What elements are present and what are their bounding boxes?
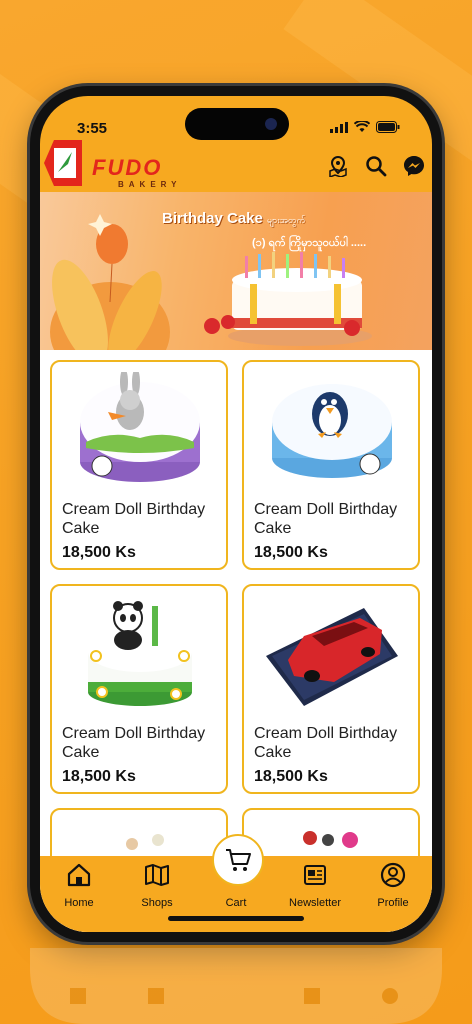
home-icon bbox=[67, 863, 91, 887]
search-button[interactable] bbox=[364, 154, 388, 178]
messenger-icon bbox=[404, 156, 424, 176]
map-icon bbox=[145, 864, 169, 886]
nav-newsletter-label: Newsletter bbox=[289, 897, 341, 909]
phone-frame: 3:55 FUDO BAKERY Birthday Cake များအတွက်… bbox=[30, 86, 442, 942]
header-actions bbox=[326, 154, 426, 178]
bunny-cake-image bbox=[80, 372, 200, 482]
cart-icon bbox=[226, 849, 251, 871]
nav-cart[interactable]: Cart bbox=[201, 893, 271, 909]
brand-name: FUDO bbox=[92, 155, 163, 180]
nav-profile-label: Profile bbox=[377, 897, 409, 909]
app-screen: 3:55 FUDO BAKERY Birthday Cake များအတွက်… bbox=[40, 96, 432, 932]
home-indicator bbox=[168, 916, 304, 921]
banner-title-text: Birthday Cake bbox=[162, 210, 263, 227]
fudo-logo-icon bbox=[44, 140, 82, 186]
nav-cart-label: Cart bbox=[225, 897, 247, 909]
wifi-icon bbox=[354, 121, 370, 132]
product-name: Cream Doll Birthday Cake bbox=[62, 725, 206, 761]
newspaper-icon bbox=[304, 865, 326, 885]
messenger-button[interactable] bbox=[402, 154, 426, 178]
nav-shops-label: Shops bbox=[141, 897, 173, 909]
store-locator-button[interactable] bbox=[326, 154, 350, 178]
status-icons bbox=[330, 121, 400, 133]
product-price: 18,500 Ks bbox=[254, 768, 328, 785]
status-bar: 3:55 bbox=[40, 96, 432, 148]
product-card[interactable]: Cream Doll Birthday Cake 18,500 Ks bbox=[242, 584, 420, 794]
status-time: 3:55 bbox=[77, 120, 108, 137]
product-card[interactable]: Cream Doll Birthday Cake 18,500 Ks bbox=[242, 360, 420, 570]
product-price: 18,500 Ks bbox=[254, 544, 328, 561]
profile-icon bbox=[380, 862, 406, 888]
nav-profile[interactable]: Profile bbox=[358, 862, 428, 909]
banner-title: Birthday Cake များအတွက် bbox=[162, 210, 305, 228]
nav-newsletter[interactable]: Newsletter bbox=[280, 862, 350, 909]
cart-button[interactable] bbox=[212, 834, 264, 886]
product-card[interactable]: Cream Doll Birthday Cake 18,500 Ks bbox=[50, 584, 228, 794]
product-price: 18,500 Ks bbox=[62, 768, 136, 785]
product-card[interactable]: Cream Doll Birthday Cake 18,500 Ks bbox=[50, 360, 228, 570]
product-name: Cream Doll Birthday Cake bbox=[254, 501, 398, 537]
dynamic-island bbox=[185, 108, 289, 140]
phone-reflection bbox=[30, 948, 442, 1024]
search-icon bbox=[366, 156, 387, 177]
product-name: Cream Doll Birthday Cake bbox=[254, 725, 398, 761]
nav-shops[interactable]: Shops bbox=[122, 862, 192, 909]
nav-home[interactable]: Home bbox=[44, 862, 114, 909]
camera-icon bbox=[265, 118, 277, 130]
car-cake-image bbox=[266, 608, 398, 706]
promo-banner[interactable]: Birthday Cake များအတွက် (၁) ရက် ကြိုမှာသ… bbox=[40, 192, 432, 350]
map-pin-icon bbox=[329, 155, 347, 177]
cake-image-partial bbox=[303, 831, 358, 848]
brand-subtitle: BAKERY bbox=[118, 180, 182, 189]
banner-title-suffix: များအတွက် bbox=[267, 215, 306, 225]
product-price: 18,500 Ks bbox=[62, 544, 136, 561]
battery-icon bbox=[376, 121, 400, 133]
nav-home-label: Home bbox=[64, 897, 94, 909]
product-name: Cream Doll Birthday Cake bbox=[62, 501, 206, 537]
penguin-cake-image bbox=[272, 384, 392, 478]
signal-icon bbox=[330, 121, 348, 133]
banner-subtitle: (၁) ရက် ကြိုမှာသူဝယ်ပါ ..... bbox=[252, 237, 367, 249]
panda-cake-image bbox=[88, 601, 192, 706]
